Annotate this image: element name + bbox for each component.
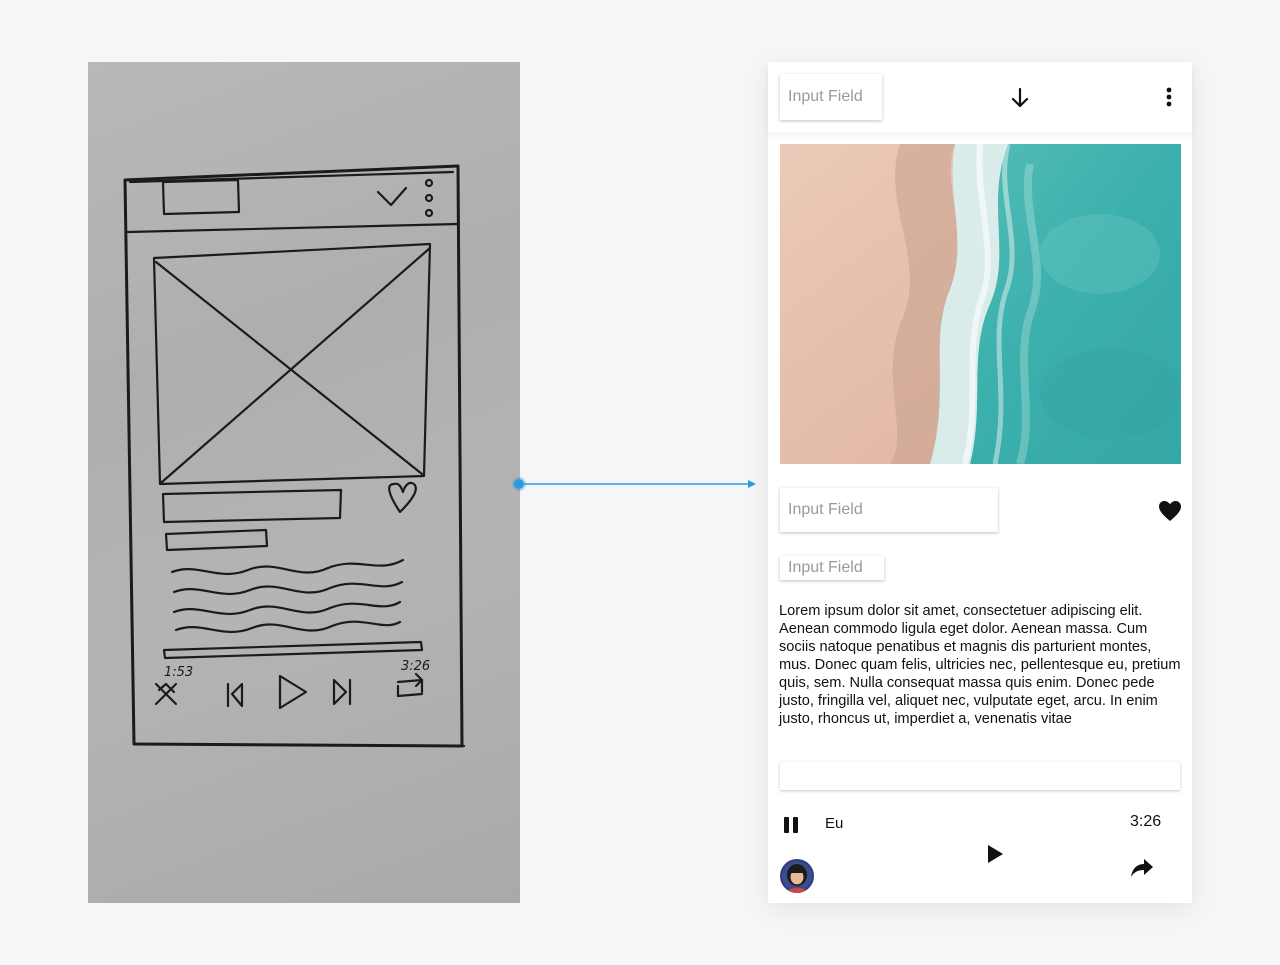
progress-bar[interactable] <box>780 762 1180 790</box>
cover-image <box>780 144 1181 464</box>
heart-icon[interactable] <box>1158 500 1182 522</box>
subtitle-input-placeholder: Input Field <box>788 559 863 576</box>
sketch-elapsed-time: 1:53 <box>164 665 193 680</box>
header-input-field[interactable]: Input Field <box>780 74 882 120</box>
title-input-field[interactable]: Input Field <box>780 488 998 532</box>
duration-label: 3:26 <box>1130 813 1162 830</box>
mockup-frame: Input Field Input Field Input Field Lore… <box>768 62 1192 903</box>
share-icon[interactable] <box>1130 858 1154 878</box>
top-bar: Input Field <box>768 62 1192 132</box>
play-icon[interactable] <box>986 844 1004 864</box>
sketch-photo: 1:53 3:26 <box>88 62 520 903</box>
arrow-down-icon[interactable] <box>1008 86 1032 110</box>
title-input-placeholder: Input Field <box>788 501 863 518</box>
flow-connector <box>512 477 756 491</box>
description-text: Lorem ipsum dolor sit amet, consectetuer… <box>779 603 1181 727</box>
sketch-duration: 3:26 <box>401 659 430 674</box>
header-input-placeholder: Input Field <box>788 88 863 105</box>
avatar[interactable] <box>780 859 814 893</box>
more-vertical-icon[interactable] <box>1162 86 1176 110</box>
wireframe-sketch: 1:53 3:26 <box>123 164 466 748</box>
subtitle-input-field[interactable]: Input Field <box>780 556 884 580</box>
elapsed-label: Eu <box>825 815 844 832</box>
pause-icon[interactable] <box>783 816 799 834</box>
